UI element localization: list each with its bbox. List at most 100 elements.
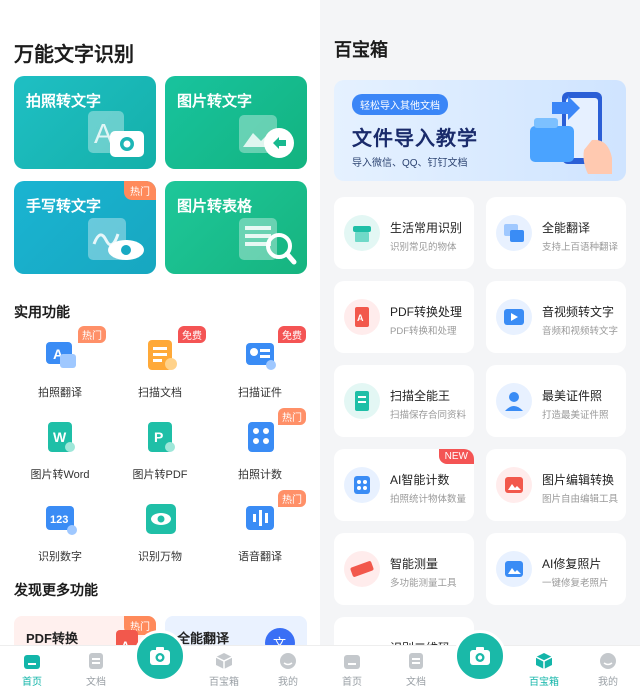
toolbox-icon [215, 653, 233, 669]
card-title: 图片编辑转换 [542, 473, 615, 487]
video-text-icon [496, 299, 532, 335]
photo-repair-icon [496, 551, 532, 587]
tile-image-to-table[interactable]: 图片转表格 [165, 181, 307, 274]
practical-scan-document[interactable]: 免费 扫描文档 [112, 326, 208, 402]
card-id-photo[interactable]: 最美证件照 打造最美证件照 [486, 365, 626, 437]
handwriting-eye-icon [88, 218, 144, 260]
id-card-icon [246, 343, 276, 370]
home-icon [344, 655, 360, 669]
card-subtitle: 音频和视频转文字 [542, 326, 619, 337]
page-title: 百宝箱 [334, 40, 388, 60]
card-subtitle: 识别常见的物体 [390, 242, 457, 253]
card-title: 音视频转文字 [542, 305, 615, 319]
nav-docs[interactable]: 文档 [396, 652, 436, 688]
card-title: PDF转换处理 [390, 305, 463, 319]
nav-label: 首页 [342, 677, 362, 688]
practical-scan-id[interactable]: 免费 扫描证件 [212, 326, 308, 402]
card-subtitle: PDF转换和处理 [390, 326, 457, 337]
scanner-icon [344, 383, 380, 419]
card-title: 全能翻译 [542, 221, 591, 235]
nav-label: 百宝箱 [209, 677, 239, 688]
hot-badge: 热门 [78, 326, 106, 343]
practical-photo-count[interactable]: 热门 拍照计数 [212, 408, 308, 484]
card-subtitle: 多功能测量工具 [390, 578, 457, 589]
profile-icon [600, 653, 616, 669]
pdf-icon: A [344, 299, 380, 335]
card-smart-measure[interactable]: 智能测量 多功能测量工具 [334, 533, 474, 605]
svg-text:P: P [154, 429, 163, 445]
voice-wave-icon [246, 506, 274, 530]
scan-document-icon [148, 340, 177, 370]
portrait-icon [496, 383, 532, 419]
tile-photo-to-text[interactable]: 拍照转文字 A [14, 76, 156, 169]
card-scanner[interactable]: 扫描全能王 扫描保存合同资料 [334, 365, 474, 437]
item-label: 图片转Word [30, 469, 90, 481]
number-scan-icon: 123 [46, 506, 77, 535]
card-title: AI修复照片 [542, 557, 602, 571]
card-image-edit[interactable]: 图片编辑转换 图片自由编辑工具 [486, 449, 626, 521]
item-label: 扫描证件 [238, 387, 282, 399]
card-subtitle: 图片自由编辑工具 [542, 494, 619, 505]
card-subtitle: 支持上百语种翻译 [542, 242, 619, 253]
bottom-nav: 首页 文档 百宝箱 我的 [0, 630, 320, 693]
free-badge: 免费 [278, 326, 306, 343]
object-recognize-icon [146, 504, 176, 534]
camera-button[interactable] [454, 630, 506, 682]
tile-label: 手写转文字 [26, 198, 102, 215]
svg-text:A: A [357, 313, 364, 323]
import-tutorial-banner[interactable]: 轻松导入其他文档 文件导入教学 导入微信、QQ、钉钉文档 [334, 80, 626, 181]
practical-voice-translate[interactable]: 热门 语音翻译 [212, 490, 308, 566]
nav-docs[interactable]: 文档 [76, 652, 116, 688]
svg-text:123: 123 [50, 514, 68, 526]
store-icon [344, 215, 380, 251]
table-search-icon [239, 218, 297, 265]
card-all-translate[interactable]: 全能翻译 支持上百语种翻译 [486, 197, 626, 269]
practical-recognize-numbers[interactable]: 123 识别数字 [12, 502, 108, 566]
home-screen: 万能文字识别 拍照转文字 A 图片转文字 手写转文字 热门 图片转表格 实用功能… [0, 0, 320, 693]
item-label: 拍照翻译 [38, 387, 82, 399]
card-life-recognition[interactable]: 生活常用识别 识别常见的物体 [334, 197, 474, 269]
nav-label: 首页 [22, 677, 42, 688]
practical-photo-translate[interactable]: A 热门 拍照翻译 [12, 326, 108, 402]
banner-title: 文件导入教学 [352, 128, 478, 150]
banner-subtitle: 导入微信、QQ、钉钉文档 [352, 158, 468, 169]
camera-button[interactable] [134, 630, 186, 682]
card-ai-photo-repair[interactable]: AI修复照片 一键修复老照片 [486, 533, 626, 605]
card-av-to-text[interactable]: 音视频转文字 音频和视频转文字 [486, 281, 626, 353]
profile-icon [280, 653, 296, 669]
tile-label: 拍照转文字 [26, 93, 102, 110]
tile-handwriting-to-text[interactable]: 手写转文字 热门 [14, 181, 156, 274]
card-subtitle: 打造最美证件照 [542, 410, 609, 421]
nav-home[interactable]: 首页 [12, 652, 52, 688]
count-icon [344, 467, 380, 503]
nav-toolbox[interactable]: 百宝箱 [524, 652, 564, 688]
count-grid-icon [248, 422, 274, 452]
practical-image-to-pdf[interactable]: P 图片转PDF [112, 420, 208, 484]
hot-badge: 热门 [278, 490, 306, 507]
tile-image-to-text[interactable]: 图片转文字 [165, 76, 307, 169]
image-edit-icon [496, 467, 532, 503]
document-icon [409, 653, 423, 669]
nav-mine[interactable]: 我的 [588, 652, 628, 688]
nav-mine[interactable]: 我的 [268, 652, 308, 688]
new-badge: NEW [438, 449, 474, 464]
translate-icon: A [46, 342, 76, 368]
nav-label: 文档 [406, 677, 426, 688]
nav-toolbox[interactable]: 百宝箱 [204, 652, 244, 688]
card-title: 最美证件照 [542, 389, 603, 403]
item-label: 扫描文档 [138, 387, 182, 399]
section-title-practical: 实用功能 [14, 304, 70, 320]
nav-label: 我的 [278, 677, 298, 688]
banner-pill: 轻松导入其他文档 [352, 94, 448, 115]
practical-image-to-word[interactable]: W 图片转Word [12, 420, 108, 484]
svg-text:W: W [53, 429, 67, 445]
card-title: 智能测量 [390, 557, 439, 571]
card-pdf-convert[interactable]: A PDF转换处理 PDF转换和处理 [334, 281, 474, 353]
practical-recognize-objects[interactable]: 识别万物 [112, 502, 208, 566]
card-subtitle: 扫描保存合同资料 [390, 410, 467, 421]
item-label: 语音翻译 [238, 551, 282, 563]
nav-home[interactable]: 首页 [332, 652, 372, 688]
tile-label: 图片转文字 [177, 93, 253, 110]
card-ai-count[interactable]: NEW AI智能计数 拍照统计物体数量 [334, 449, 474, 521]
item-label: 识别万物 [138, 551, 182, 563]
